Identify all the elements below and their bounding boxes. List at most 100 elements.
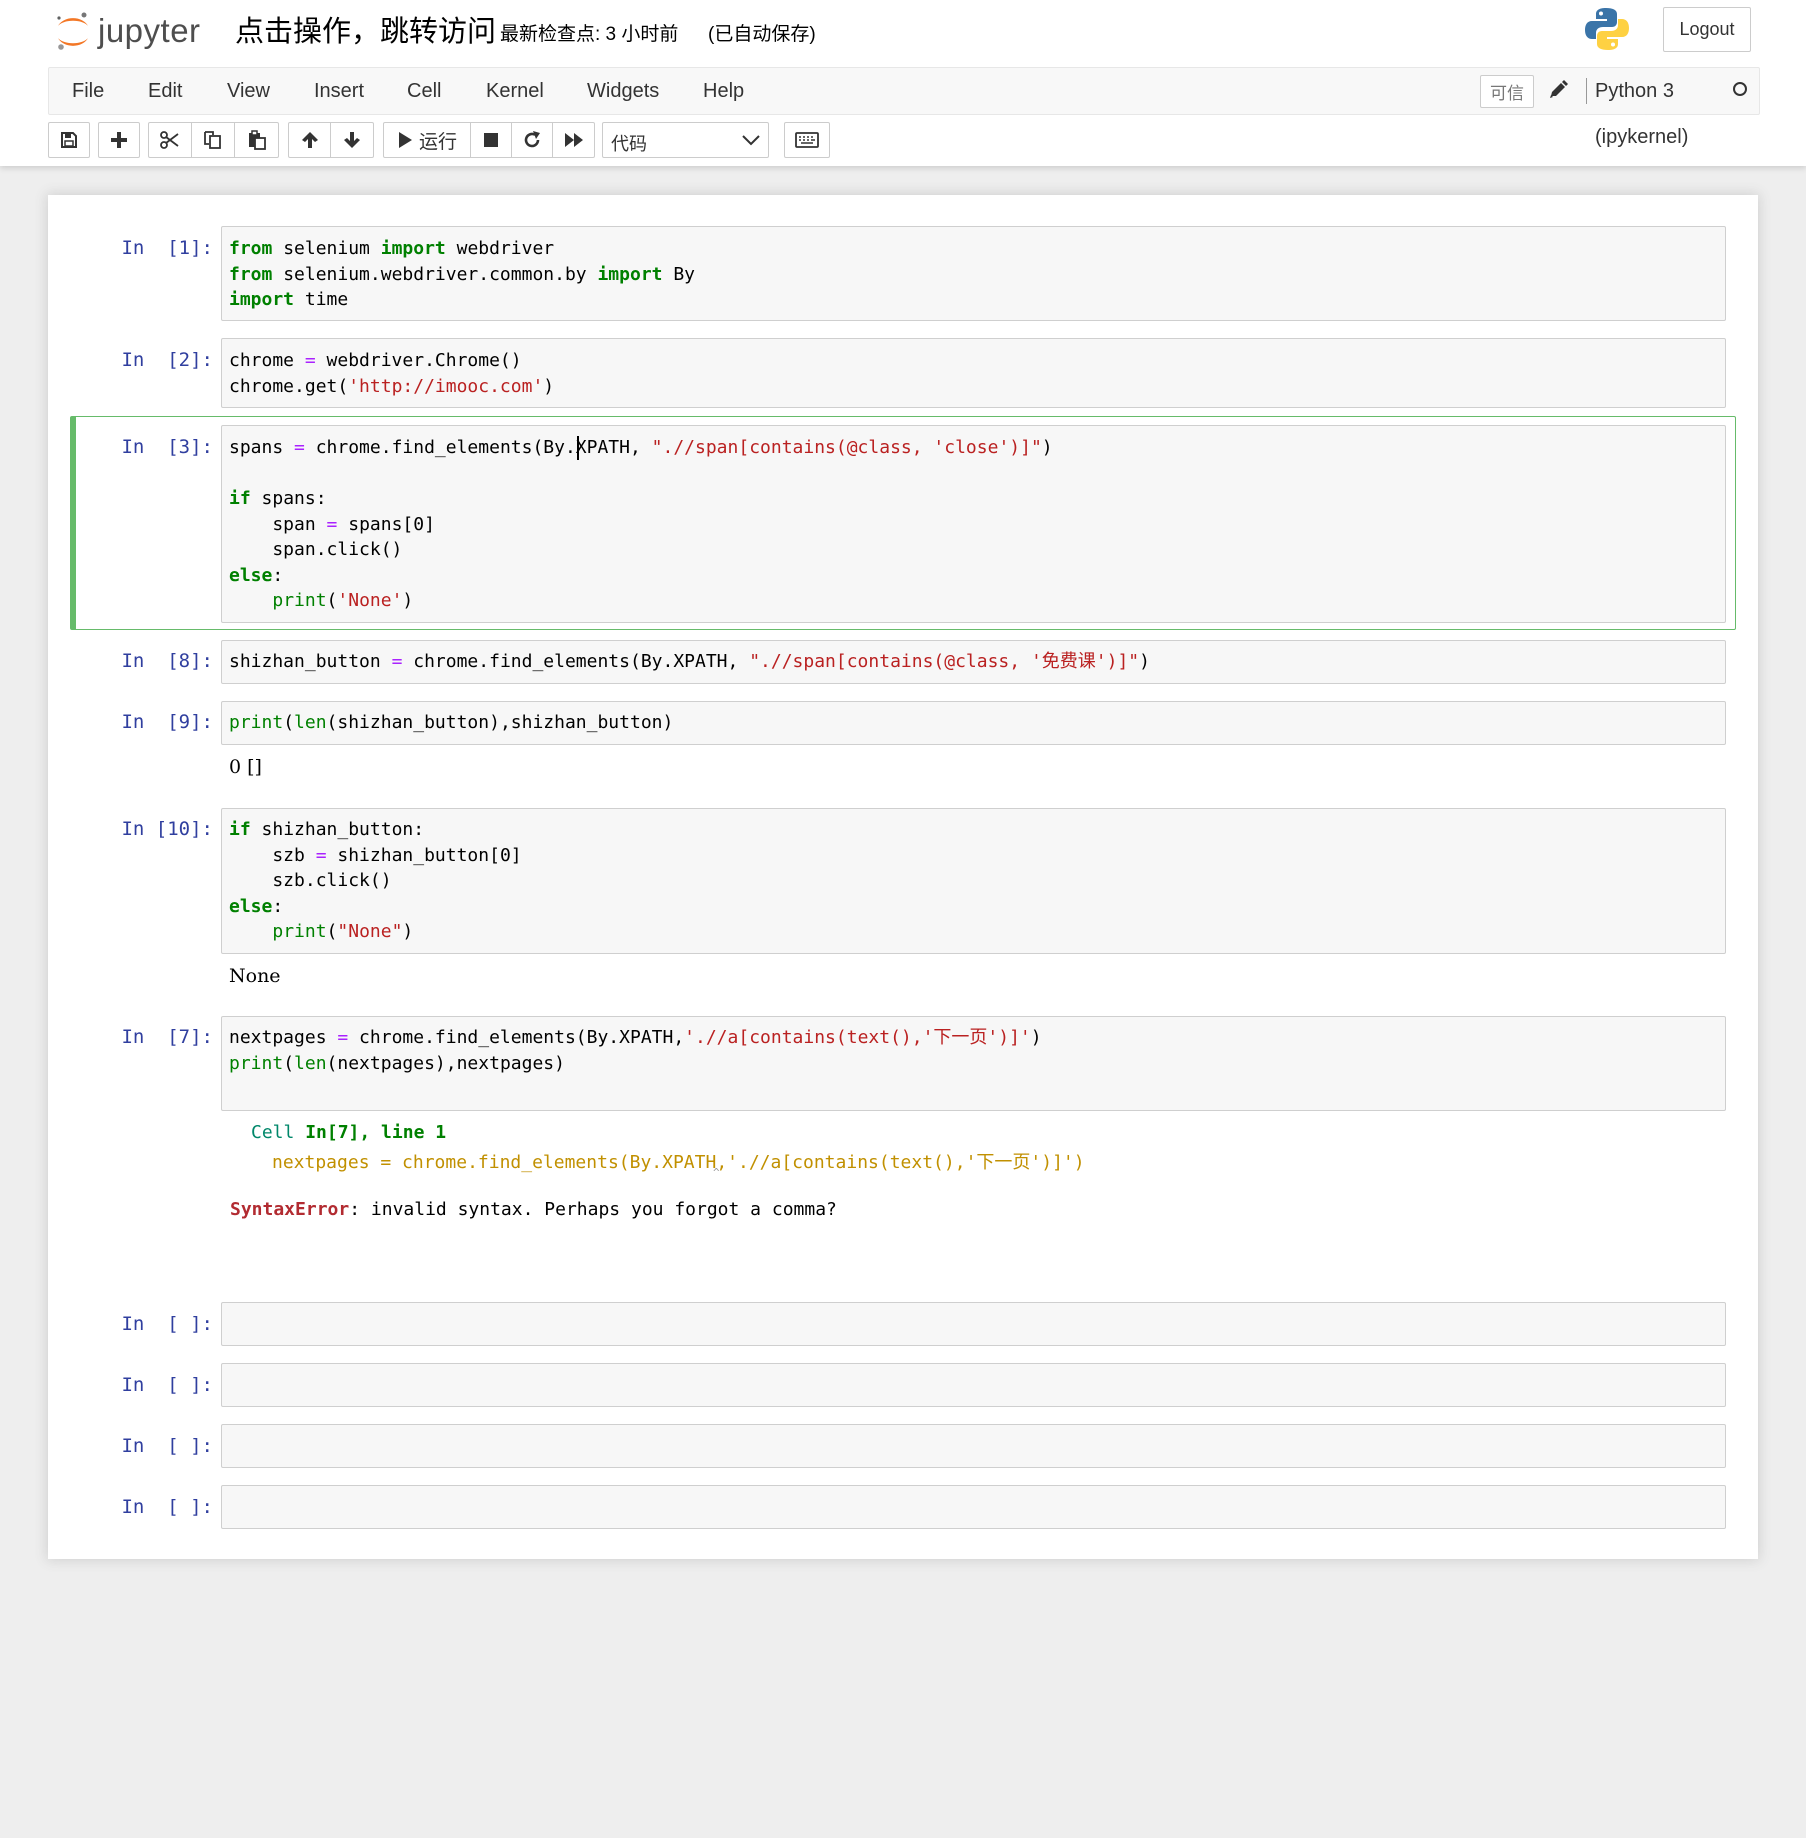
empty-code-cell[interactable]	[221, 1424, 1726, 1468]
code-line: szb.click()	[229, 868, 522, 894]
code-token: shizhan_button	[229, 651, 392, 672]
code-line: chrome = webdriver.Chrome()	[229, 348, 554, 374]
code-token: span.click()	[229, 539, 403, 560]
code-token: chrome.find_elements(By.XPATH,	[304, 437, 652, 458]
menu-cell[interactable]: Cell	[407, 68, 441, 114]
empty-code-cell[interactable]	[221, 1363, 1726, 1407]
menu-widgets[interactable]: Widgets	[587, 68, 659, 114]
menu-insert[interactable]: Insert	[314, 68, 364, 114]
arrow-up-icon	[301, 132, 318, 148]
code-token: print	[229, 712, 284, 733]
code-line: from selenium.webdriver.common.by import…	[229, 262, 695, 288]
cell-prompt: In [10]:	[121, 818, 213, 840]
save-icon	[61, 132, 77, 148]
save-button[interactable]	[48, 122, 90, 158]
empty-code-cell[interactable]	[221, 1302, 1726, 1346]
menu-edit[interactable]: Edit	[148, 68, 182, 114]
code-token: shizhan_button:	[250, 819, 425, 840]
code-token: webdriver	[445, 238, 555, 259]
move-up-button[interactable]	[288, 122, 331, 158]
copy-button[interactable]	[191, 122, 235, 158]
copy-icon	[204, 131, 221, 149]
code-token: )	[402, 921, 414, 942]
code-line: import time	[229, 287, 695, 313]
cell-prompt: In [9]:	[121, 711, 213, 733]
run-label: 运行	[418, 131, 457, 153]
code-token: './/a[contains(text(),'下一页')]'	[684, 1027, 1031, 1048]
interrupt-button[interactable]	[470, 122, 512, 158]
error-code-line: nextpages = chrome.find_elements(By.XPAT…	[272, 1152, 1085, 1173]
code-token: 'http://imooc.com'	[348, 375, 544, 397]
code-block: from selenium import webdriver from selen…	[229, 236, 695, 313]
paste-button[interactable]	[234, 122, 279, 158]
menu-view[interactable]: View	[227, 68, 270, 114]
move-down-button[interactable]	[330, 122, 374, 158]
code-token: print	[229, 1052, 284, 1074]
code-line: shizhan_button = chrome.find_elements(By…	[229, 649, 1150, 675]
code-token: nextpages	[229, 1027, 338, 1048]
kernel-idle-icon	[1733, 82, 1747, 96]
code-line: else:	[229, 563, 1053, 589]
insert-cell-button[interactable]	[98, 122, 140, 158]
cut-button[interactable]	[148, 122, 192, 158]
code-token: webdriver.Chrome()	[315, 350, 522, 371]
code-block: print(len(shizhan_button),shizhan_button…	[229, 710, 673, 736]
code-token: print	[272, 921, 327, 942]
code-token: chrome.find_elements(By.XPATH,	[402, 651, 750, 672]
cell-prompt: In [8]:	[121, 650, 213, 672]
code-token: import	[597, 263, 663, 285]
cell-type-value: 代码	[611, 134, 647, 154]
menu-kernel[interactable]: Kernel	[486, 68, 544, 114]
code-line: print(len(nextpages),nextpages)	[229, 1051, 1042, 1077]
logo-text: jupyter	[98, 12, 201, 49]
paste-icon	[248, 130, 266, 150]
jupyter-logo[interactable]: jupyter	[54, 8, 201, 54]
code-line: chrome.get('http://imooc.com')	[229, 374, 554, 400]
cell-output: None	[229, 965, 281, 987]
code-token: )	[543, 375, 555, 397]
menu-help[interactable]: Help	[703, 68, 744, 114]
code-token: :	[272, 895, 284, 917]
chevron-down-icon	[742, 135, 760, 146]
code-token: if	[229, 819, 251, 840]
code-token: )	[1030, 1027, 1042, 1048]
trusted-badge[interactable]: 可信	[1480, 75, 1534, 108]
code-token: len	[294, 1052, 327, 1074]
error-text: : invalid syntax. Perhaps you forgot a c…	[349, 1199, 837, 1220]
code-token: spans[0]	[337, 513, 435, 535]
run-button[interactable]: 运行	[383, 122, 471, 158]
cell-type-select[interactable]: 代码	[602, 122, 769, 158]
code-token: chrome.get(	[229, 375, 349, 397]
code-token: spans:	[250, 488, 327, 509]
logout-button[interactable]: Logout	[1663, 7, 1751, 52]
jupyter-logo-icon	[57, 12, 88, 50]
cell-prompt: In [2]:	[121, 349, 213, 371]
code-token: (nextpages),nextpages)	[326, 1052, 565, 1074]
code-token: (	[326, 590, 338, 611]
code-token: selenium.webdriver.common.by	[272, 263, 598, 285]
empty-code-cell[interactable]	[221, 1485, 1726, 1529]
code-token: chrome	[229, 350, 305, 371]
code-line: print(len(shizhan_button),shizhan_button…	[229, 710, 673, 736]
command-palette-button[interactable]	[784, 122, 830, 158]
code-line: if spans:	[229, 486, 1053, 512]
keyboard-icon	[795, 132, 819, 148]
cell-output: 0 []	[229, 756, 262, 778]
restart-button[interactable]	[511, 122, 553, 158]
cell-prompt: In [ ]:	[121, 1374, 213, 1396]
code-block: chrome = webdriver.Chrome() chrome.get('h…	[229, 348, 554, 399]
menu-file[interactable]: File	[72, 68, 104, 114]
code-token: (shizhan_button),shizhan_button)	[326, 712, 674, 733]
code-line: spans = chrome.find_elements(By.XPATH, "…	[229, 435, 1053, 461]
fast-forward-icon	[564, 133, 583, 147]
pencil-icon[interactable]	[1547, 79, 1569, 101]
code-token: :	[272, 564, 284, 586]
cell-prompt: In [ ]:	[121, 1435, 213, 1457]
notebook-title[interactable]: 点击操作，跳转访问	[235, 8, 496, 50]
code-token: (	[326, 921, 338, 942]
error-caret: ^	[713, 1166, 720, 1179]
restart-run-all-button[interactable]	[552, 122, 595, 158]
